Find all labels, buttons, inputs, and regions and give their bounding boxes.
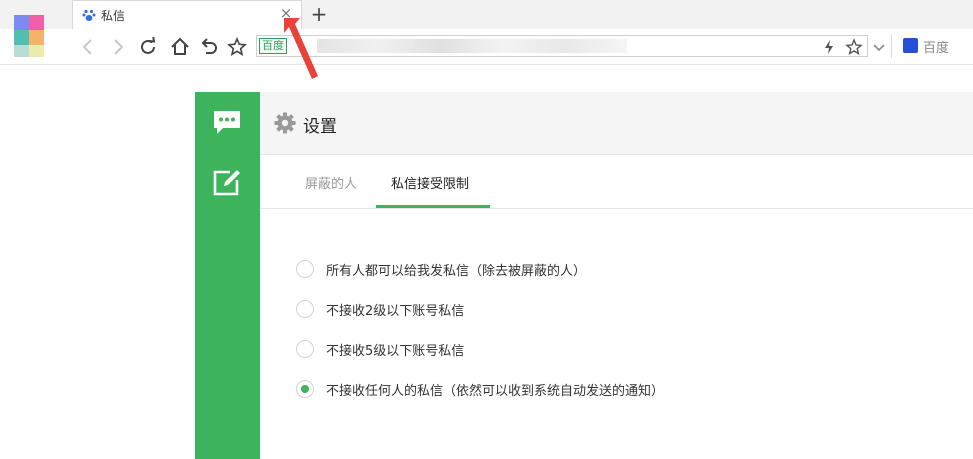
option-block-all[interactable]: 不接收任何人的私信（依然可以收到系统自动发送的通知） (296, 378, 756, 400)
option-block-below-level-5[interactable]: 不接收5级以下账号私信 (296, 338, 756, 360)
message-icon[interactable] (212, 108, 242, 136)
settings-tabs: 屏蔽的人 私信接受限制 (260, 156, 973, 209)
tab-message-restrictions[interactable]: 私信接受限制 (391, 173, 469, 192)
browser-tab-bar: 私信 × + (0, 0, 973, 30)
lightning-icon[interactable] (820, 38, 838, 56)
browser-tab[interactable]: 私信 × (72, 0, 302, 30)
tab-blocked-users[interactable]: 屏蔽的人 (305, 173, 357, 192)
address-bar[interactable]: 百度 (256, 35, 868, 57)
settings-header: 设置 (260, 92, 973, 155)
home-icon[interactable] (169, 36, 191, 58)
search-engine-label: 百度 (923, 41, 950, 56)
browser-toolbar: 百度 百度 (0, 29, 973, 65)
annotation-arrow-icon (284, 18, 318, 79)
chevron-down-icon[interactable] (870, 38, 888, 56)
option-label: 不接收5级以下账号私信 (326, 344, 465, 359)
option-block-below-level-2[interactable]: 不接收2级以下账号私信 (296, 298, 756, 320)
radio-button-selected[interactable] (296, 380, 314, 398)
undo-icon[interactable] (198, 36, 220, 58)
refresh-icon[interactable] (137, 36, 159, 58)
option-label: 不接收任何人的私信（依然可以收到系统自动发送的通知） (326, 384, 665, 399)
blurred-url (317, 39, 627, 53)
tab-title: 私信 (101, 9, 126, 23)
compose-icon[interactable] (212, 168, 242, 196)
radio-button[interactable] (296, 260, 314, 278)
option-allow-all[interactable]: 所有人都可以给我发私信（除去被屏蔽的人） (296, 258, 756, 280)
radio-button[interactable] (296, 300, 314, 318)
baidu-logo-icon (903, 38, 918, 53)
active-tab-indicator (376, 205, 490, 208)
browser-logo-icon[interactable] (14, 15, 44, 59)
forward-icon[interactable] (106, 36, 128, 58)
radio-button[interactable] (296, 340, 314, 358)
option-label: 所有人都可以给我发私信（除去被屏蔽的人） (326, 264, 587, 279)
page-title: 设置 (303, 117, 337, 137)
search-engine-box[interactable]: 百度 (891, 34, 973, 58)
favorite-star-icon[interactable] (845, 38, 863, 56)
gear-icon (274, 112, 296, 134)
bookmark-star-icon[interactable] (226, 36, 248, 58)
back-icon[interactable] (78, 36, 100, 58)
sidebar (195, 92, 260, 459)
option-label: 不接收2级以下账号私信 (326, 304, 465, 319)
baidu-paw-icon (82, 9, 96, 21)
